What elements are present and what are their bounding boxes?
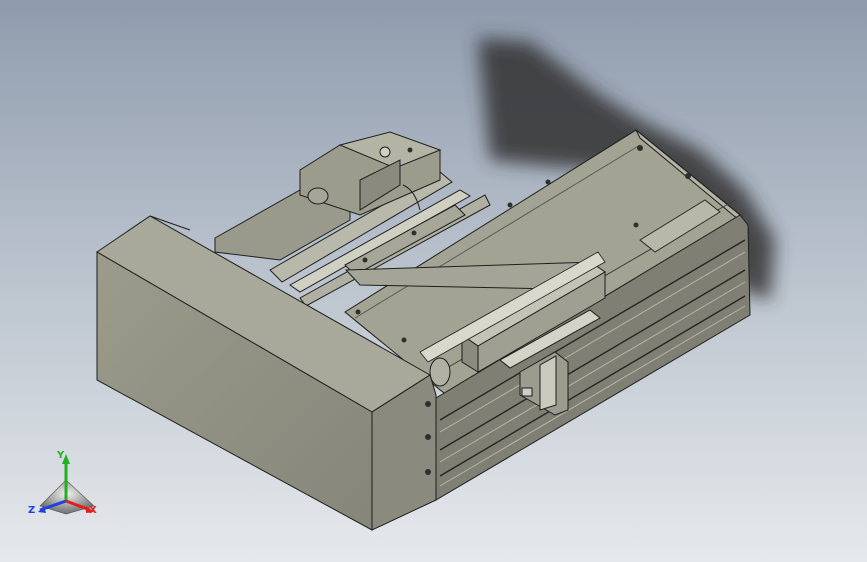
y-axis-label: Y <box>57 450 65 461</box>
clamp-block[interactable] <box>299 131 442 216</box>
graphics-viewport[interactable]: Y Z X <box>0 0 867 562</box>
reference-triad: Y Z X <box>26 446 106 526</box>
cad-model-scene[interactable] <box>0 0 867 562</box>
z-axis-label: Z <box>28 505 36 516</box>
x-axis-label: X <box>89 505 97 516</box>
